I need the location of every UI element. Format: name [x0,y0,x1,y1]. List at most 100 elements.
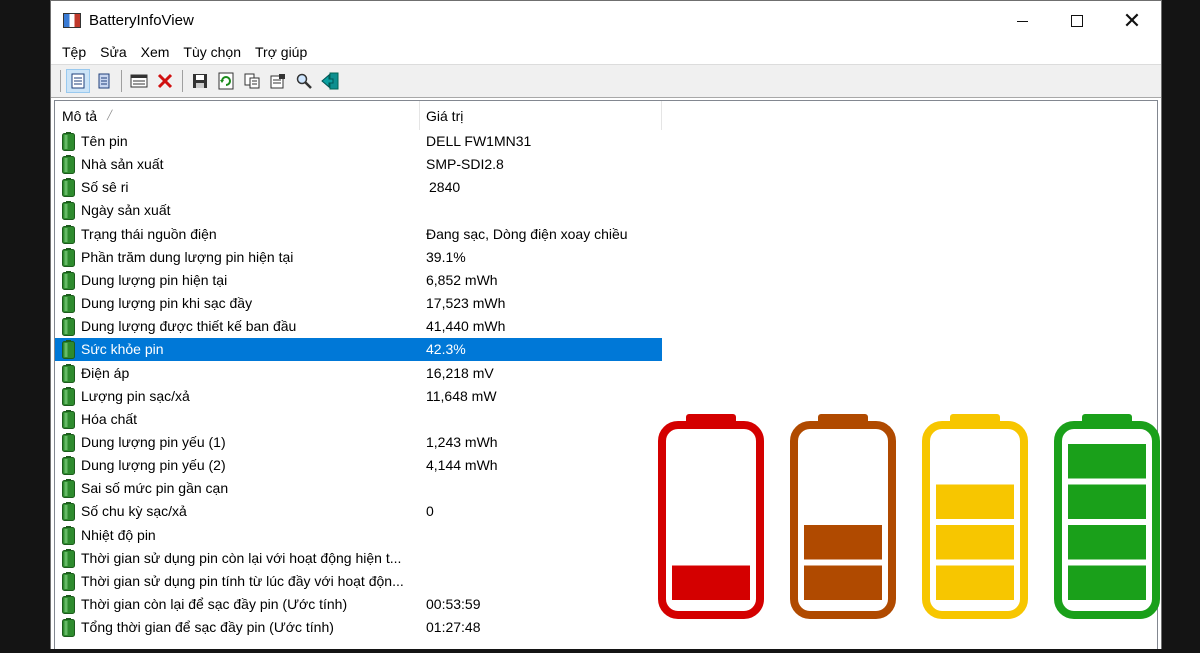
minimize-icon [1016,20,1028,22]
table-row[interactable]: Hóa chất [55,408,662,431]
table-row[interactable]: Số chu kỳ sạc/xả 0 [55,500,662,523]
row-description: Sai số mức pin gần cạn [81,480,229,497]
delete-icon [157,73,173,89]
row-description: Nhà sản xuất [81,156,164,173]
battery-graphic-3 [922,414,1028,619]
app-window: BatteryInfoView ✕ Tệp Sửa Xem Tùy chọn T… [50,0,1162,653]
refresh-button[interactable] [214,69,238,93]
row-description: Số chu kỳ sạc/xả [81,503,187,520]
row-description: Dung lượng được thiết kế ban đầu [81,318,297,335]
row-description: Thời gian sử dụng pin còn lại với hoạt đ… [81,549,402,566]
toolbar [51,64,1161,98]
battery-icon [62,548,75,568]
properties-button[interactable] [266,69,290,93]
properties-window-icon [130,74,148,88]
battery-icon [62,178,75,198]
delete-button[interactable] [153,69,177,93]
column-header-description[interactable]: Mô tả ╱ [55,101,420,130]
row-description: Phần trăm dung lượng pin hiện tại [81,248,294,265]
table-row[interactable]: Nhà sản xuất SMP-SDI2.8 [55,153,662,176]
row-value: 41,440 mWh [426,318,506,335]
exit-icon [321,72,339,90]
toolbar-separator [60,70,61,92]
battery-icon [62,595,75,614]
table-row[interactable]: Tổng thời gian để sạc đầy pin (Ước tính)… [55,616,662,639]
row-value: 42.3% [426,341,466,358]
table-row[interactable]: Dung lượng pin hiện tại 6,852 mWh [55,269,662,292]
copy-button[interactable] [240,69,264,93]
list-header: Mô tả ╱ Giá trị [55,101,1157,130]
column-header-value[interactable]: Giá trị [420,101,662,130]
table-row[interactable]: Điện áp 16,218 mV [55,362,662,385]
battery-level-bar [1068,484,1146,519]
menu-file[interactable]: Tệp [55,44,93,60]
table-row[interactable]: Dung lượng pin yếu (1) 1,243 mWh [55,431,662,454]
exit-button[interactable] [318,69,342,93]
maximize-button[interactable] [1049,1,1105,41]
close-button[interactable]: ✕ [1104,1,1160,41]
minimize-button[interactable] [994,1,1050,41]
menu-view[interactable]: Xem [134,44,177,60]
table-row[interactable]: Lượng pin sạc/xả 11,648 mW [55,385,662,408]
table-row[interactable]: Phần trăm dung lượng pin hiện tại 39.1% [55,246,662,269]
battery-level-bar [1068,444,1146,479]
row-description: Nhiệt độ pin [81,526,156,543]
column-header-description-label: Mô tả [62,107,98,124]
title-bar[interactable]: BatteryInfoView ✕ [51,0,1161,40]
battery-icon [62,432,75,452]
copy-report-button[interactable] [92,69,116,93]
row-description: Dung lượng pin khi sạc đầy [81,295,253,312]
table-row[interactable]: Sai số mức pin gần cạn [55,477,662,500]
row-value: 39.1% [426,248,466,265]
row-value: 00:53:59 [426,596,481,612]
battery-icon [62,201,75,221]
table-row[interactable]: Số sê ri 2840 [55,176,662,199]
row-description: Ngày sản xuất [81,202,171,219]
table-row[interactable]: Dung lượng được thiết kế ban đầu 41,440 m… [55,315,662,338]
table-row[interactable]: Dung lượng pin khi sạc đầy 17,523 mWh [55,292,662,315]
menu-edit[interactable]: Sửa [93,44,134,60]
row-description: Điện áp [81,364,130,381]
table-row[interactable]: Tên pin DELL FW1MN31 [55,130,662,153]
table-row[interactable]: Dung lượng pin yếu (2) 4,144 mWh [55,454,662,477]
battery-icon [62,224,75,244]
row-description: Dung lượng pin hiện tại [81,271,228,288]
properties-window-button[interactable] [127,69,151,93]
bottom-edge [0,649,1200,653]
row-description: Dung lượng pin yếu (2) [81,457,226,474]
battery-icon [62,479,75,499]
html-report-button[interactable] [66,69,90,93]
properties-icon [270,74,285,89]
row-value: 11,648 mW [426,387,497,404]
table-row[interactable]: Sức khỏe pin 42.3% [55,338,662,362]
row-value: SMP-SDI2.8 [426,156,504,173]
table-row[interactable]: Trạng thái nguồn điện Đang sạc, Dòng điện… [55,223,662,246]
battery-icon [62,132,75,151]
row-value: 0 [426,503,434,520]
row-value: 4,144 mWh [426,457,498,474]
row-value: 2840 [429,179,461,196]
menu-help[interactable]: Trợ giúp [248,44,314,60]
menu-options[interactable]: Tùy chọn [176,44,248,60]
table-row[interactable]: Nhiệt độ pin [55,524,662,547]
row-description: Trạng thái nguồn điện [81,225,217,242]
battery-icon [62,386,75,406]
row-description: Thời gian còn lại để sạc đầy pin (Ước tí… [81,596,348,612]
column-header-value-label: Giá trị [426,107,464,124]
save-button[interactable] [188,69,212,93]
battery-level-bar [672,565,750,600]
menu-bar: Tệp Sửa Xem Tùy chọn Trợ giúp [51,40,1161,64]
row-description: Số sê ri [81,179,129,196]
table-row[interactable]: Ngày sản xuất [55,199,662,222]
row-description: Tên pin [81,133,128,149]
battery-level-bar [1068,565,1146,600]
find-icon [296,73,312,89]
table-row[interactable]: Thời gian sử dụng pin tính từ lúc đầy vớ… [55,570,662,593]
table-row[interactable]: Thời gian còn lại để sạc đầy pin (Ước tí… [55,593,662,616]
maximize-icon [1071,15,1083,27]
table-row[interactable]: Thời gian sử dụng pin còn lại với hoạt đ… [55,547,662,570]
find-button[interactable] [292,69,316,93]
copy-report-icon [98,73,110,89]
battery-graphic-4 [1054,414,1160,619]
battery-level-bar [936,525,1014,560]
